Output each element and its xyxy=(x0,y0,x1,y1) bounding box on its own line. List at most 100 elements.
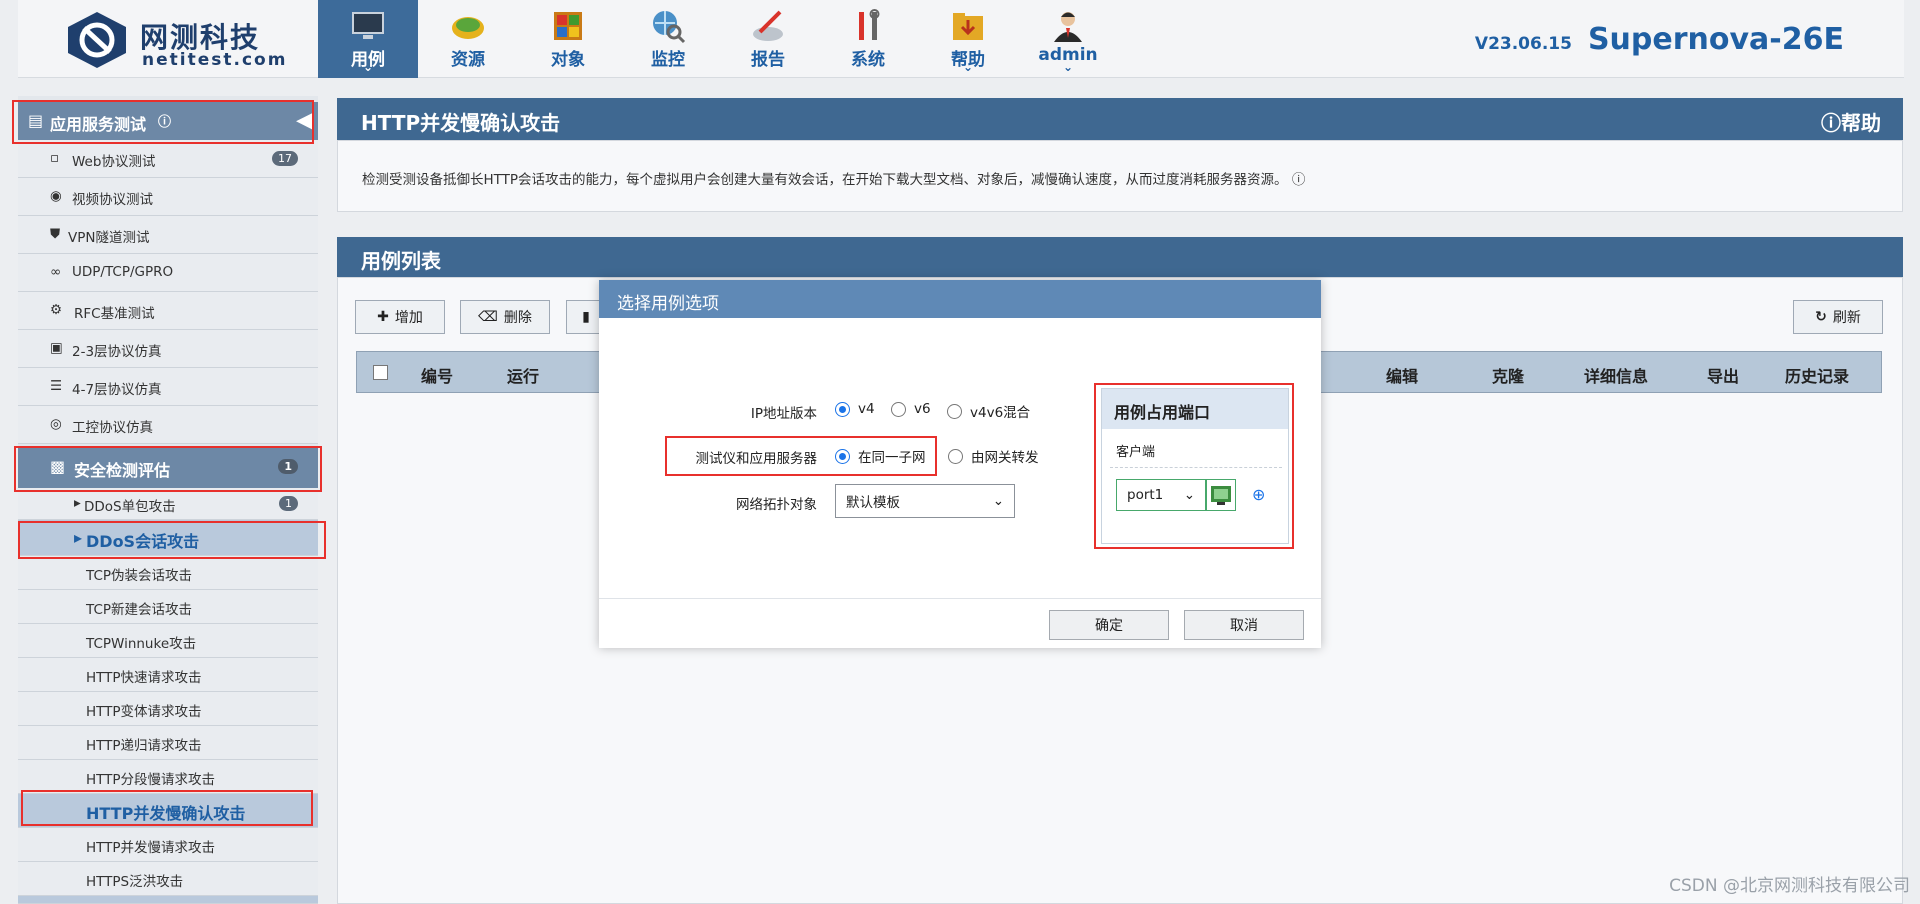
sidebar-item-udp[interactable]: ∞ UDP/TCP/GPRO xyxy=(18,254,318,292)
nav-system[interactable]: 系统 xyxy=(818,0,918,78)
add-button[interactable]: ✚ 增加 xyxy=(355,300,445,334)
col-clone: 克隆 xyxy=(1492,367,1525,386)
col-id: 编号 xyxy=(421,367,454,386)
add-label: 增加 xyxy=(394,310,423,326)
tools-icon xyxy=(859,9,880,40)
sidebar-leaf-http-slow-req[interactable]: HTTP并发慢请求攻击 xyxy=(18,828,318,862)
leaf-label: HTTP分段慢请求攻击 xyxy=(86,772,216,788)
sidebar-item-l47[interactable]: ☰ 4-7层协议仿真 xyxy=(18,368,318,406)
ip-v6-radio[interactable]: v6 xyxy=(891,401,931,417)
sidebar-item-web[interactable]: ▫ Web协议测试 17 xyxy=(18,140,318,178)
radio-dot-icon xyxy=(947,403,962,419)
col-run: 运行 xyxy=(507,367,540,386)
description-text: 检测受测设备抵御长HTTP会话攻击的能力，每个虚拟用户会创建大量有效会话，在开始… xyxy=(362,172,1288,188)
nav-objects[interactable]: 对象 xyxy=(518,0,618,78)
sidebar-item-label: 4-7层协议仿真 xyxy=(72,382,162,398)
highlight-box xyxy=(665,436,937,476)
leaf-label: TCPWinnuke攻击 xyxy=(86,636,197,652)
sidebar-item-label: UDP/TCP/GPRO xyxy=(72,264,174,280)
sidebar-item-label: 工控协议仿真 xyxy=(72,420,153,436)
nav-objects-label: 对象 xyxy=(551,50,585,70)
gateway-radio[interactable]: 由网关转发 xyxy=(948,446,1039,466)
leaf-label: HTTP并发慢请求攻击 xyxy=(86,840,216,856)
cancel-button[interactable]: 取消 xyxy=(1184,610,1304,640)
brand-logo[interactable]: 网测科技 netitest.com xyxy=(64,10,288,70)
case-description-panel: 检测受测设备抵御长HTTP会话攻击的能力，每个虚拟用户会创建大量有效会话，在开始… xyxy=(337,140,1903,212)
count-badge: 1 xyxy=(279,496,298,511)
chevron-down-icon: ⌄ xyxy=(1062,60,1074,74)
caret-right-icon: ▸ xyxy=(74,495,81,511)
watermark-text: CSDN @北京网测科技有限公司 xyxy=(1669,876,1910,896)
nav-admin[interactable]: admin ⌄ xyxy=(1018,0,1118,78)
radio-dot-icon xyxy=(948,448,963,464)
nav-resources-label: 资源 xyxy=(451,50,485,70)
sidebar-more xyxy=(18,896,318,904)
help-link[interactable]: ⓘ帮助 xyxy=(1821,107,1881,136)
sidebar-leaf-tcp-fake[interactable]: TCP伪装会话攻击 xyxy=(18,556,318,590)
topology-select[interactable]: 默认模板 ⌄ xyxy=(835,484,1015,518)
resource-icon xyxy=(452,17,484,39)
sidebar-leaf-http-variant[interactable]: HTTP变体请求攻击 xyxy=(18,692,318,726)
radio-label: v6 xyxy=(914,401,931,417)
version-number: V23.06.15 xyxy=(1474,34,1572,54)
sidebar-item-l23[interactable]: ▣ 2-3层协议仿真 xyxy=(18,330,318,368)
radio-dot-icon xyxy=(835,401,850,417)
case-header: HTTP并发慢确认攻击 ⓘ帮助 xyxy=(337,98,1903,140)
refresh-button[interactable]: ↻ 刷新 xyxy=(1793,300,1883,334)
ip-v4-radio[interactable]: v4 xyxy=(835,401,875,417)
topology-label: 网络拓扑对象 xyxy=(736,497,817,513)
col-edit: 编辑 xyxy=(1386,367,1419,386)
nav-monitor[interactable]: 监控 xyxy=(618,0,718,78)
sidebar-leaf-http-segment[interactable]: HTTP分段慢请求攻击 xyxy=(18,760,318,794)
shield-icon: ⛊ xyxy=(50,226,61,242)
monitor-icon xyxy=(352,12,384,39)
sidebar-leaf-https-flood[interactable]: HTTPS泛洪攻击 xyxy=(18,862,318,896)
target-icon: ◎ xyxy=(50,416,62,432)
brand-name-en: netitest.com xyxy=(142,50,288,70)
refresh-label: 刷新 xyxy=(1832,310,1861,326)
server-icon: ☰ xyxy=(50,378,63,394)
sidebar-leaf-winnuke[interactable]: TCPWinnuke攻击 xyxy=(18,624,318,658)
netitest-logo-icon xyxy=(68,12,126,68)
case-options-dialog: 选择用例选项 IP地址版本 v4 v6 v4v6混合 测试仪和应用服务器 在同一… xyxy=(599,280,1321,648)
nav-reports-label: 报告 xyxy=(751,50,785,70)
sidebar-item-label: 视频协议测试 xyxy=(72,192,153,208)
col-export: 导出 xyxy=(1707,367,1740,386)
highlight-box xyxy=(21,790,313,826)
chevron-down-icon: ⌄ xyxy=(992,493,1004,509)
col-history: 历史记录 xyxy=(1785,367,1850,386)
sidebar-leaf-http-recursive[interactable]: HTTP递归请求攻击 xyxy=(18,726,318,760)
radio-label: 由网关转发 xyxy=(971,450,1039,466)
leaf-label: HTTP快速请求攻击 xyxy=(86,670,202,686)
sidebar-item-rfc[interactable]: ⚙ RFC基准测试 xyxy=(18,292,318,330)
confirm-button[interactable]: 确定 xyxy=(1049,610,1169,640)
nav-cases[interactable]: 用例 ⌄ xyxy=(318,0,418,78)
refresh-icon: ↻ xyxy=(1815,309,1827,325)
leaf-label: HTTP递归请求攻击 xyxy=(86,738,202,754)
leaf-label: HTTPS泛洪攻击 xyxy=(86,874,184,890)
help-circle-icon[interactable]: ⓘ xyxy=(1292,172,1306,188)
highlight-box xyxy=(12,100,314,144)
case-list-title: 用例列表 xyxy=(361,249,441,273)
ip-mixed-radio[interactable]: v4v6混合 xyxy=(947,401,1030,421)
gear-icon: ⚙ xyxy=(50,302,63,318)
delete-button[interactable]: ⌫ 删除 xyxy=(460,300,550,334)
sidebar-item-ics[interactable]: ◎ 工控协议仿真 xyxy=(18,406,318,444)
radio-label: v4v6混合 xyxy=(970,405,1031,421)
sidebar-leaf-tcp-new[interactable]: TCP新建会话攻击 xyxy=(18,590,318,624)
file-icon: ▮ xyxy=(582,309,590,325)
sidebar-item-ddos-packet[interactable]: ▸ DDoS单包攻击 1 xyxy=(18,488,318,520)
help-label: 帮助 xyxy=(1841,111,1881,135)
sidebar-item-vpn[interactable]: ⛊ VPN隧道测试 xyxy=(18,216,318,254)
plus-icon: ✚ xyxy=(377,309,389,325)
ip-version-label: IP地址版本 xyxy=(750,406,817,422)
sidebar-item-video[interactable]: ◉ 视频协议测试 xyxy=(18,178,318,216)
select-all-checkbox[interactable] xyxy=(373,365,388,380)
nav-help[interactable]: 帮助 ⌄ xyxy=(918,0,1018,78)
sidebar-leaf-http-fast[interactable]: HTTP快速请求攻击 xyxy=(18,658,318,692)
nav-resources[interactable]: 资源 xyxy=(418,0,518,78)
top-bar: 网测科技 netitest.com 用例 ⌄ 资源 对象 监控 报告 系统 帮助… xyxy=(18,0,1904,78)
highlight-box xyxy=(18,521,326,559)
nav-reports[interactable]: 报告 xyxy=(718,0,818,78)
highlight-box xyxy=(1094,383,1294,549)
